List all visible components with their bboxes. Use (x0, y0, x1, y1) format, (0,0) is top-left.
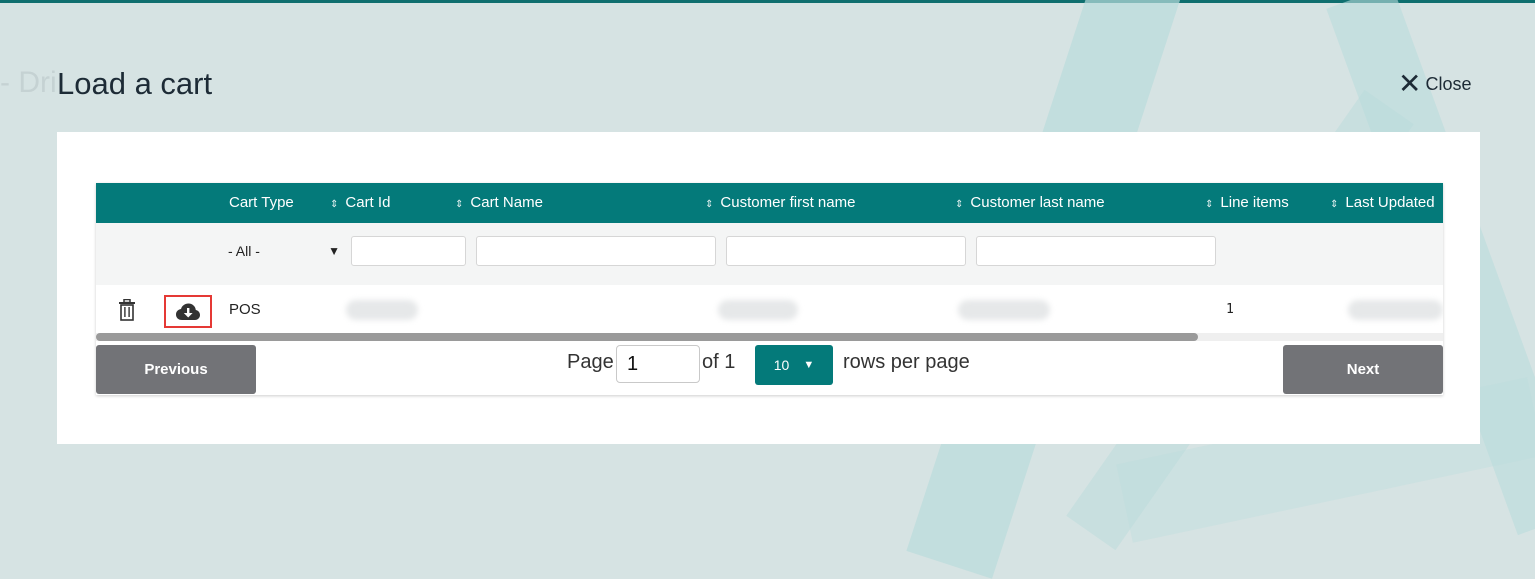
cell-cart-type: POS (229, 301, 261, 318)
carts-table: Cart Type ⇕ Cart Id ⇕ Cart Name ⇕ Customer … (96, 183, 1443, 395)
redacted-last-name (958, 300, 1050, 320)
header-cart-id[interactable]: ⇕ Cart Id (330, 183, 390, 223)
last-name-filter-input[interactable] (976, 236, 1216, 266)
page-number-input[interactable] (616, 345, 700, 383)
trash-icon[interactable] (118, 299, 136, 321)
modal-title: Load a cart (57, 66, 213, 101)
previous-button[interactable]: Previous (96, 345, 256, 394)
sort-icon: ⇕ (705, 199, 714, 210)
header-cart-type[interactable]: Cart Type (229, 183, 294, 223)
top-bar (0, 0, 1535, 3)
sort-icon: ⇕ (1205, 199, 1214, 210)
close-icon: ✕ (1398, 68, 1422, 99)
next-button[interactable]: Next (1283, 345, 1443, 394)
redacted-last-updated (1348, 300, 1443, 320)
header-line-items[interactable]: ⇕ Line items (1205, 183, 1289, 223)
filter-row: - All - ▼ (96, 223, 1443, 285)
pagination: Previous Page of 1 10 ▼ rows per page Ne… (96, 343, 1443, 395)
load-cart-button[interactable] (164, 295, 212, 328)
cloud-download-icon (176, 303, 200, 320)
chevron-down-icon: ▼ (803, 359, 815, 371)
sort-icon: ⇕ (330, 199, 339, 210)
horizontal-scrollbar[interactable] (96, 333, 1443, 341)
sort-icon: ⇕ (455, 199, 464, 210)
rows-per-page-label: rows per page (843, 351, 970, 373)
cart-id-filter-input[interactable] (351, 236, 466, 266)
cart-name-filter-input[interactable] (476, 236, 716, 266)
header-last-updated[interactable]: ⇕ Last Updated (1330, 183, 1435, 223)
redacted-cart-id (346, 300, 418, 320)
close-label: Close (1425, 73, 1472, 94)
page-total-label: of 1 (702, 351, 736, 373)
sort-icon: ⇕ (1330, 199, 1339, 210)
rows-per-page-value: 10 (773, 357, 790, 373)
chevron-down-icon: ▼ (328, 244, 340, 258)
cell-line-items: 1 (1226, 302, 1234, 317)
redacted-first-name (718, 300, 798, 320)
cart-type-filter[interactable]: - All - ▼ (226, 236, 342, 266)
sort-icon: ⇕ (955, 199, 964, 210)
header-customer-first-name[interactable]: ⇕ Customer first name (705, 183, 855, 223)
scrollbar-thumb[interactable] (96, 333, 1198, 341)
background-title: - Dri (0, 66, 57, 99)
header-cart-name[interactable]: ⇕ Cart Name (455, 183, 543, 223)
first-name-filter-input[interactable] (726, 236, 966, 266)
table-header: Cart Type ⇕ Cart Id ⇕ Cart Name ⇕ Customer … (96, 183, 1443, 223)
header-customer-last-name[interactable]: ⇕ Customer last name (955, 183, 1105, 223)
table-row: POS 1 (96, 285, 1443, 335)
close-button[interactable]: ✕ Close (1398, 70, 1472, 98)
cart-type-filter-value: - All - (228, 243, 260, 259)
rows-per-page-select[interactable]: 10 ▼ (755, 345, 833, 385)
page-label: Page (567, 351, 614, 373)
